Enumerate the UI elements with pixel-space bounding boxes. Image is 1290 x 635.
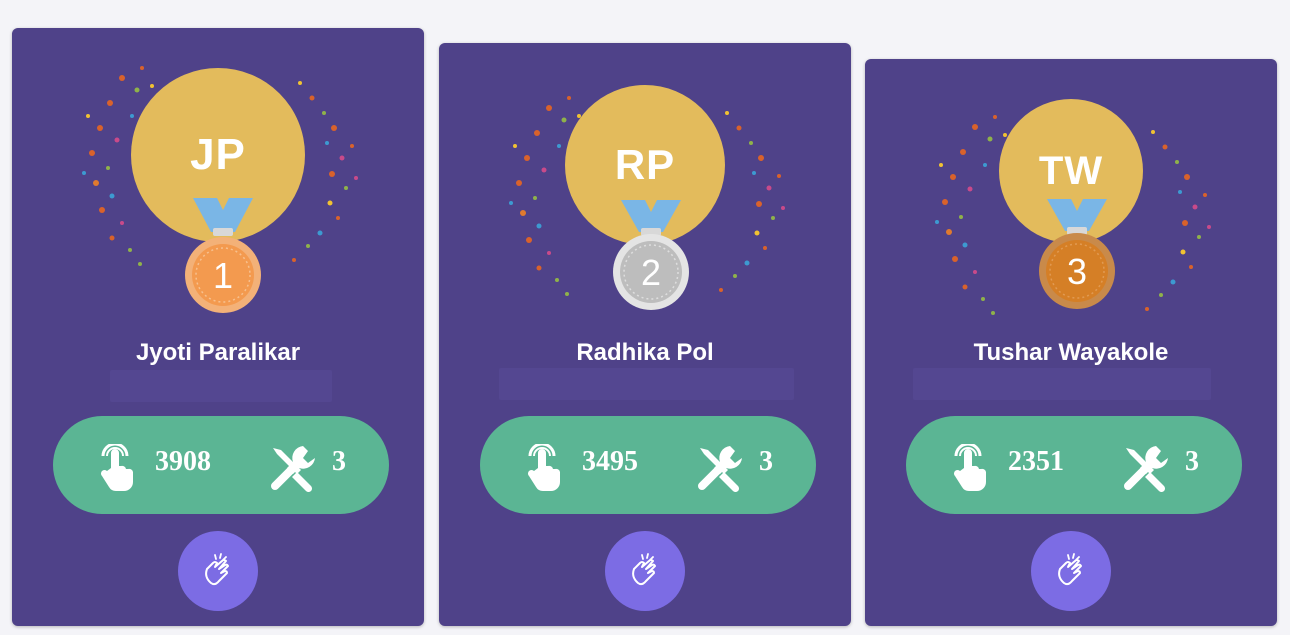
player-name: Jyoti Paralikar [135,339,301,366]
leaderboard-card-1: JP 1 Jyoti Paralikar 3908 3 [12,28,424,626]
subtitle-bar [110,370,332,402]
tools-icon [698,446,742,492]
tap-hand-icon [527,444,560,492]
tools-icon [271,446,315,492]
tap-hand-icon [953,444,986,492]
gold-medal-icon: 1 [185,198,261,313]
stats-pill: 3908 3 [53,416,389,514]
player-name: Radhika Pol [576,339,714,366]
clap-button[interactable] [1031,531,1111,611]
subtitle-bar [499,368,794,400]
stats-pill: 3495 3 [480,416,816,514]
taps-count: 3908 [155,446,211,477]
taps-count: 2351 [1008,446,1064,477]
tap-hand-icon [100,444,133,492]
clap-hands-icon [632,553,656,586]
clap-button[interactable] [605,531,685,611]
avatar-initials: TW [1038,148,1104,193]
clap-hands-icon [205,553,229,586]
tools-count: 3 [1185,446,1199,477]
taps-count: 3495 [582,446,638,477]
rank-label: 3 [1067,251,1087,292]
avatar-initials: JP [190,130,246,179]
silver-medal-icon: 2 [613,200,689,310]
player-name: Tushar Wayakole [973,339,1169,366]
tools-count: 3 [332,446,346,477]
subtitle-bar [913,368,1211,400]
leaderboard-card-3: TW 3 Tushar Wayakole 2351 3 [865,59,1277,626]
clap-hands-icon [1058,553,1082,586]
leaderboard-card-2: RP 2 Radhika Pol 3495 3 [439,43,851,626]
tools-count: 3 [759,446,773,477]
tools-icon [1124,446,1168,492]
clap-button[interactable] [178,531,258,611]
rank-label: 2 [641,252,661,293]
bronze-medal-icon: 3 [1039,199,1115,309]
rank-label: 1 [213,255,233,296]
stats-pill: 2351 3 [906,416,1242,514]
avatar-initials: RP [614,141,676,188]
